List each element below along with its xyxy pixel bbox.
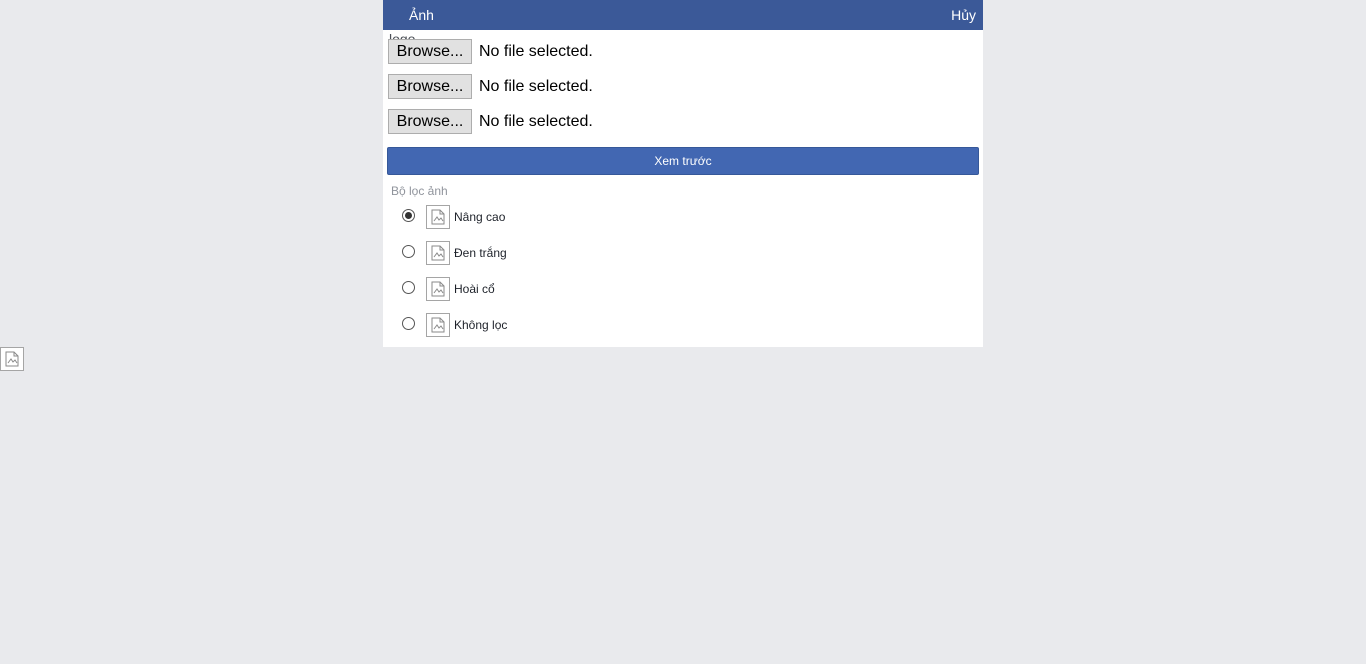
broken-image-icon bbox=[0, 347, 24, 371]
filter-section-label: Bộ lọc ảnh bbox=[391, 184, 448, 198]
broken-image-icon bbox=[426, 205, 450, 229]
preview-button[interactable]: Xem trước bbox=[387, 147, 979, 175]
filter-option-hoai-co[interactable]: Hoài cổ bbox=[402, 277, 602, 301]
filter-radio[interactable] bbox=[402, 245, 415, 258]
filter-name: Nâng cao bbox=[454, 210, 506, 224]
broken-image-icon bbox=[426, 313, 450, 337]
filter-name: Không lọc bbox=[454, 318, 508, 332]
file-status-text: No file selected. bbox=[479, 42, 593, 60]
filter-option-khong-loc[interactable]: Không lọc bbox=[402, 313, 602, 337]
dialog-title: Ảnh bbox=[409, 7, 434, 23]
filter-option-nang-cao[interactable]: Nâng cao bbox=[402, 205, 602, 229]
dialog-header: Ảnh Hủy bbox=[383, 0, 983, 30]
logo-label: logo bbox=[389, 31, 416, 39]
broken-image-icon bbox=[426, 241, 450, 265]
filter-name: Đen trắng bbox=[454, 246, 507, 260]
filter-name: Hoài cổ bbox=[454, 282, 495, 296]
filter-option-den-trang[interactable]: Đen trắng bbox=[402, 241, 602, 265]
file-status-text: No file selected. bbox=[479, 77, 593, 95]
cancel-link[interactable]: Hủy bbox=[951, 7, 976, 23]
browse-button[interactable]: Browse... bbox=[388, 109, 472, 134]
filter-radio[interactable] bbox=[402, 317, 415, 330]
browse-button[interactable]: Browse... bbox=[388, 39, 472, 64]
browse-button[interactable]: Browse... bbox=[388, 74, 472, 99]
file-status-text: No file selected. bbox=[479, 112, 593, 130]
photo-upload-dialog: Ảnh Hủy logo Browse... No file selected.… bbox=[383, 0, 983, 347]
file-input-3[interactable]: Browse... No file selected. bbox=[388, 109, 593, 134]
broken-image-icon bbox=[426, 277, 450, 301]
file-input-1[interactable]: Browse... No file selected. bbox=[388, 39, 593, 64]
filter-radio[interactable] bbox=[402, 209, 415, 222]
filter-radio[interactable] bbox=[402, 281, 415, 294]
file-input-2[interactable]: Browse... No file selected. bbox=[388, 74, 593, 99]
